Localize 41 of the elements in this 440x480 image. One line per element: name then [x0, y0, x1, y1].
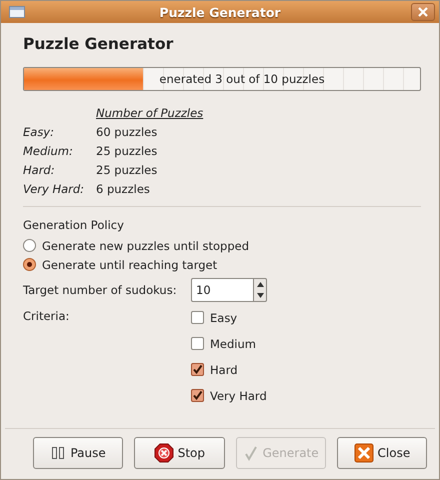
up-arrow-icon[interactable]	[256, 282, 264, 287]
radio-label[interactable]: Generate until reaching target	[42, 258, 218, 272]
close-icon	[418, 7, 428, 17]
difficulty-label: Easy:	[23, 125, 55, 139]
radio-button[interactable]	[23, 258, 36, 271]
checkbox[interactable]	[191, 389, 204, 402]
radio-label[interactable]: Generate new puzzles until stopped	[42, 238, 250, 252]
puzzle-count: 6 puzzles	[96, 182, 151, 196]
puzzle-count: 25 puzzles	[96, 163, 158, 177]
close-icon	[354, 443, 374, 463]
checkbox[interactable]	[191, 337, 204, 350]
criteria-label: Criteria:	[23, 309, 70, 325]
check-icon	[242, 445, 259, 461]
column-header: Number of Puzzles	[96, 106, 204, 120]
radio-button[interactable]	[23, 239, 36, 252]
close-button[interactable]: Close	[336, 437, 427, 469]
close-button[interactable]	[411, 3, 435, 21]
pause-button[interactable]: Pause	[33, 437, 124, 469]
window-title: Puzzle Generator	[159, 4, 281, 20]
puzzle-count: 60 puzzles	[96, 125, 158, 139]
spin-buttons[interactable]	[253, 278, 267, 302]
number-field[interactable]: 10	[191, 278, 253, 302]
window-icon	[9, 6, 25, 18]
difficulty-label: Medium:	[23, 144, 74, 158]
difficulty-label: Hard:	[23, 163, 56, 177]
checkbox-label[interactable]: Hard	[210, 362, 238, 376]
down-arrow-icon[interactable]	[256, 293, 264, 298]
checkbox[interactable]	[191, 311, 204, 324]
checkbox-label[interactable]: Medium	[210, 336, 256, 350]
stop-button[interactable]: Stop	[134, 437, 224, 469]
stop-icon	[154, 443, 174, 463]
puzzle-count: 25 puzzles	[96, 144, 158, 158]
target-label: Target number of sudokus:	[23, 283, 178, 297]
checkbox-label[interactable]: Very Hard	[210, 388, 267, 402]
checkbox-label[interactable]: Easy	[210, 310, 238, 324]
checkbox[interactable]	[191, 363, 204, 376]
pause-icon	[50, 445, 66, 461]
progress-text: enerated 3 out of 10 puzzles	[159, 72, 325, 86]
section-label: Generation Policy	[23, 218, 125, 232]
difficulty-label: Very Hard:	[23, 182, 86, 196]
dialog-heading: Puzzle Generator	[23, 35, 174, 53]
